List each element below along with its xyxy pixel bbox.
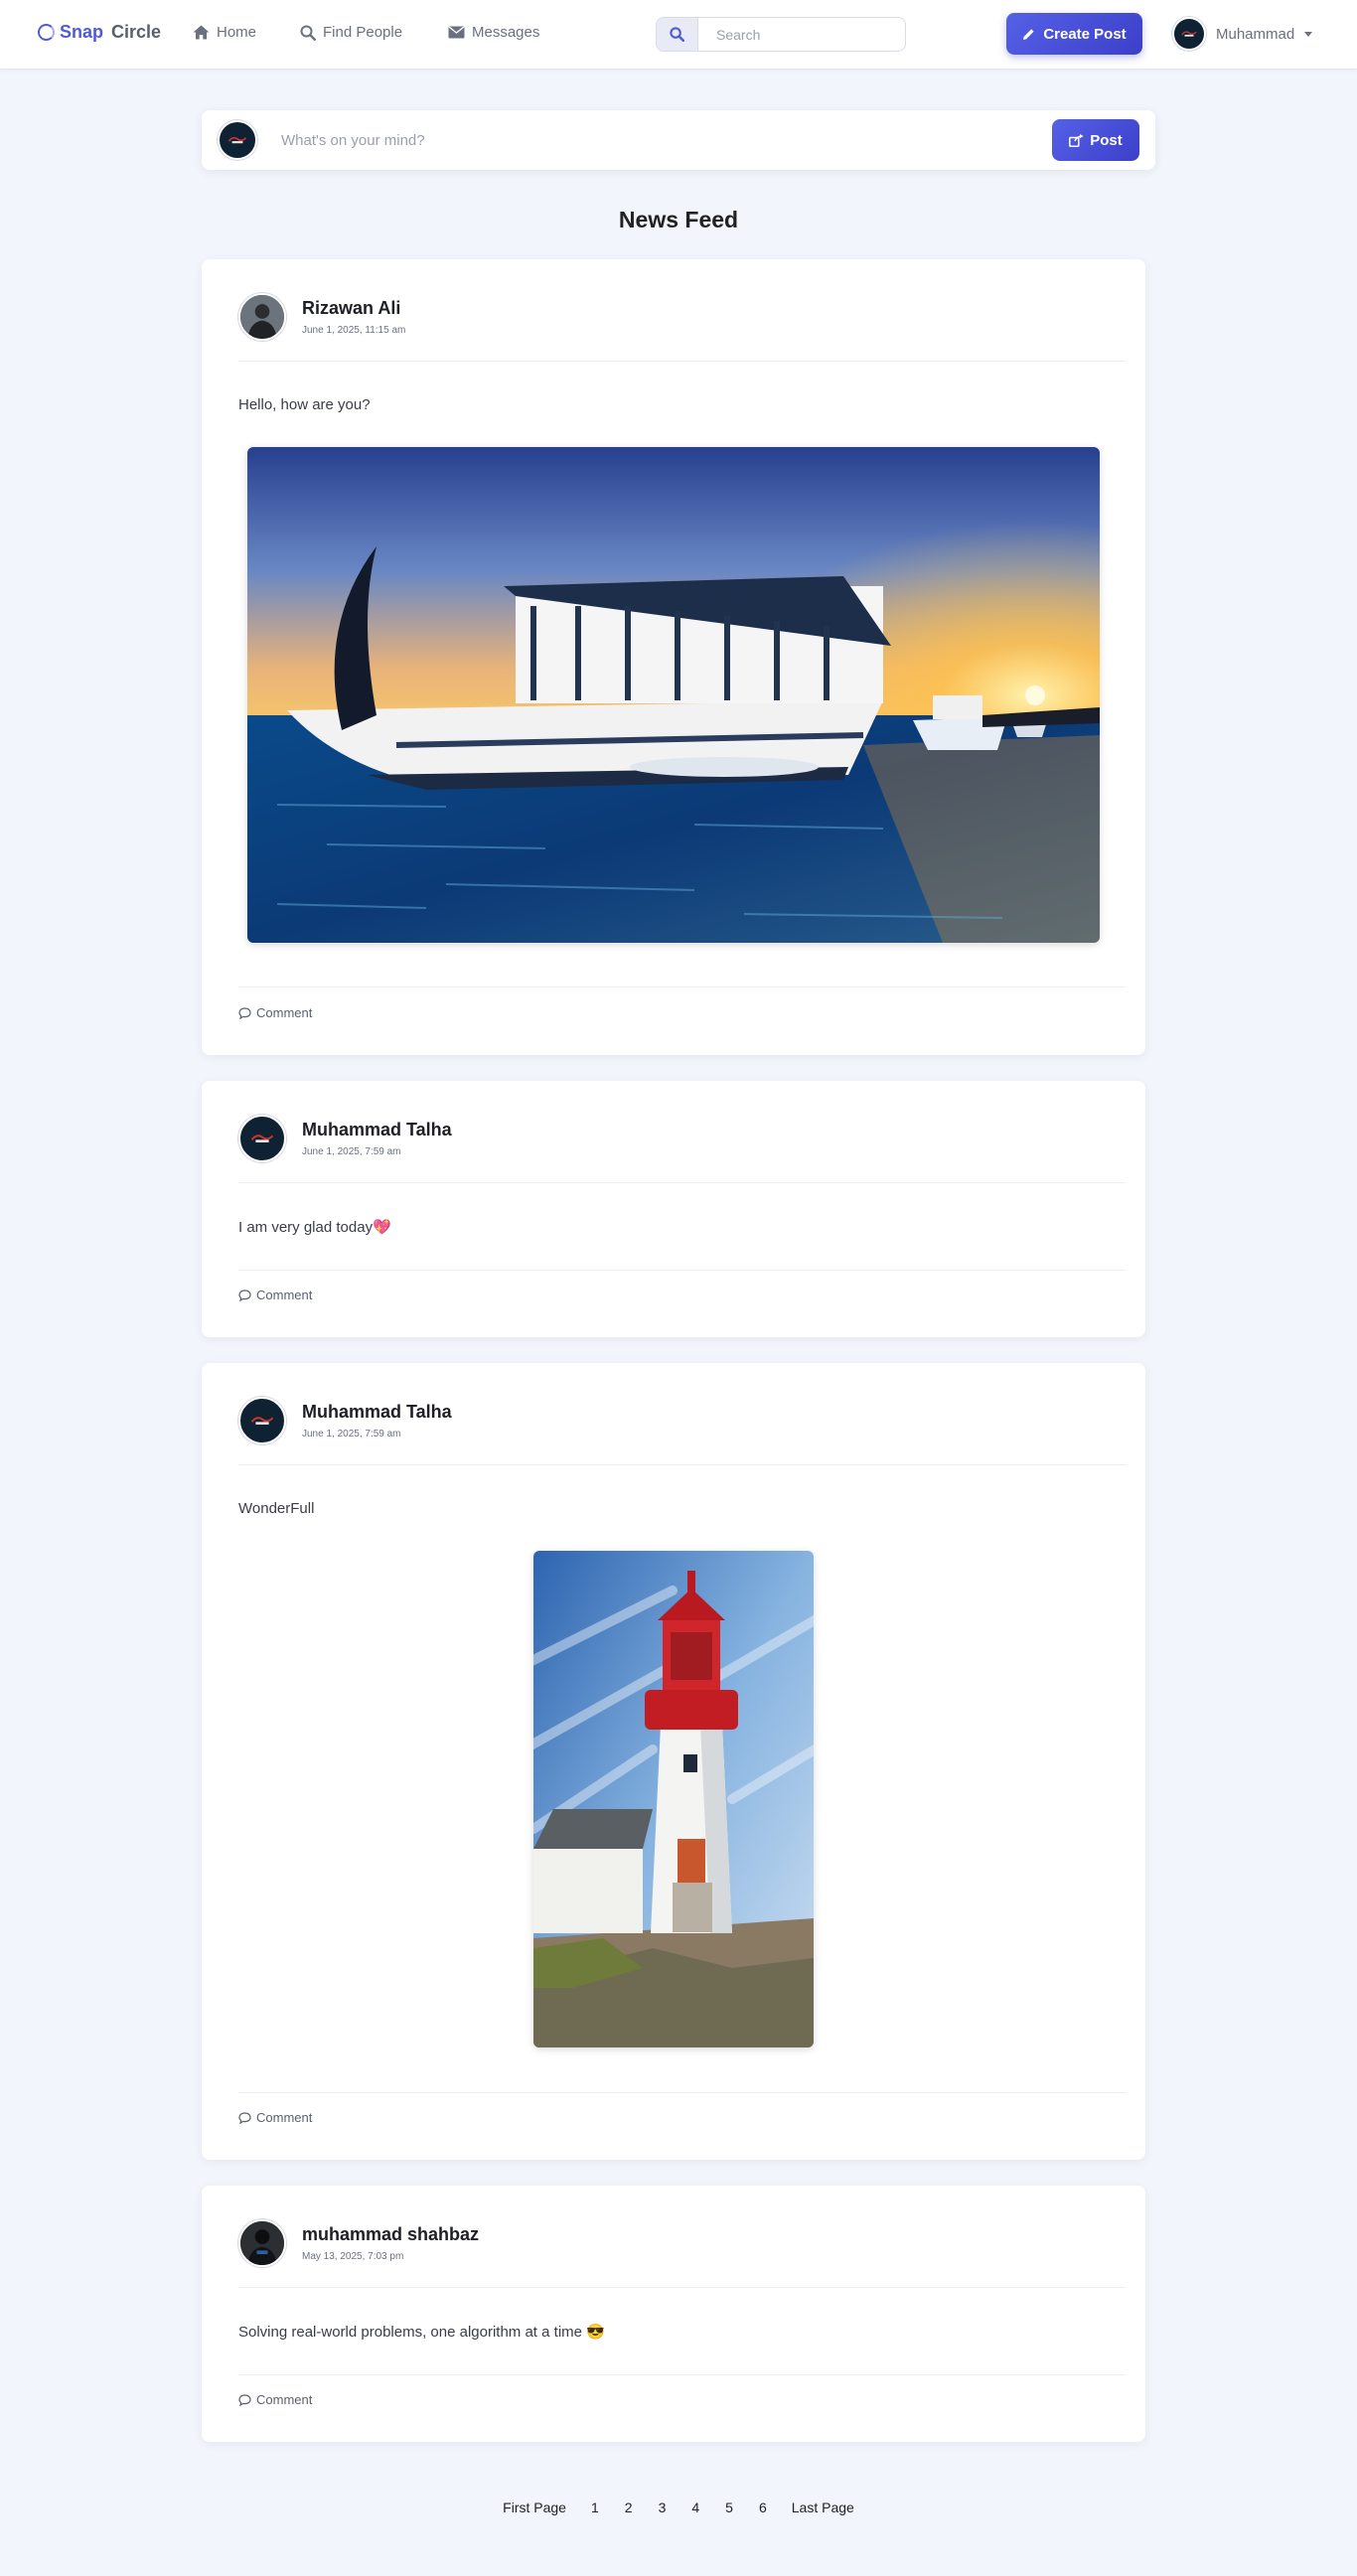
nav-home-label: Home xyxy=(217,24,257,41)
pagination-page[interactable]: 6 xyxy=(746,2496,780,2519)
post-header: Muhammad Talha June 1, 2025, 7:59 am xyxy=(238,1115,452,1162)
feed-title: News Feed xyxy=(618,207,739,232)
search-input[interactable] xyxy=(698,18,905,51)
post-header: muhammad shahbaz May 13, 2025, 7:03 pm xyxy=(238,2219,479,2267)
post-image-boat-sunset[interactable] xyxy=(247,447,1100,943)
search-icon xyxy=(670,27,684,42)
post-card: muhammad shahbaz May 13, 2025, 7:03 pm S… xyxy=(202,2186,1145,2442)
nav-messages[interactable]: Messages xyxy=(448,24,539,41)
nav-messages-label: Messages xyxy=(472,24,540,41)
pagination-page[interactable]: 4 xyxy=(678,2496,712,2519)
nav-find-people-label: Find People xyxy=(323,24,403,41)
post-button-label: Post xyxy=(1090,131,1123,149)
post-author[interactable]: Muhammad Talha xyxy=(302,1120,452,1140)
create-post-label: Create Post xyxy=(1043,25,1127,43)
comment-icon xyxy=(238,1006,251,1019)
post-author[interactable]: muhammad shahbaz xyxy=(302,2224,479,2245)
post-card: Muhammad Talha June 1, 2025, 7:59 am I a… xyxy=(202,1081,1145,1337)
avatar[interactable] xyxy=(238,1115,286,1162)
post-text: Solving real-world problems, one algorit… xyxy=(238,2324,605,2341)
comment-button[interactable]: Comment xyxy=(238,2392,312,2407)
pagination-page[interactable]: 5 xyxy=(712,2496,746,2519)
post-button[interactable]: Post xyxy=(1052,119,1139,161)
comment-label: Comment xyxy=(256,2392,313,2407)
post-timestamp: June 1, 2025, 11:15 am xyxy=(302,325,406,336)
comment-label: Comment xyxy=(256,2110,313,2125)
post-timestamp: June 1, 2025, 7:59 am xyxy=(302,1146,401,1157)
post-card: Muhammad Talha June 1, 2025, 7:59 am Won… xyxy=(202,1363,1145,2160)
composer-input[interactable] xyxy=(281,126,1016,154)
divider xyxy=(238,2287,1126,2288)
home-icon xyxy=(193,25,210,40)
post-header: Muhammad Talha June 1, 2025, 7:59 am xyxy=(238,1397,452,1444)
divider xyxy=(238,986,1126,987)
divider xyxy=(238,2092,1126,2093)
search-icon xyxy=(300,25,316,41)
brand-snap-text: Snap xyxy=(60,22,104,42)
post-header: Rizawan Ali June 1, 2025, 11:15 am xyxy=(238,293,405,341)
comment-icon xyxy=(238,1288,251,1301)
divider xyxy=(238,1182,1126,1183)
comment-icon xyxy=(238,2393,251,2406)
post-text: Hello, how are you? xyxy=(238,396,371,413)
comment-label: Comment xyxy=(256,1005,313,1020)
avatar[interactable] xyxy=(238,2219,286,2267)
nav-home[interactable]: Home xyxy=(193,24,256,41)
pagination-last[interactable]: Last Page xyxy=(780,2496,866,2519)
avatar xyxy=(1172,17,1206,51)
user-menu[interactable]: Muhammad xyxy=(1172,17,1313,51)
comment-label: Comment xyxy=(256,1288,313,1302)
post-timestamp: June 1, 2025, 7:59 am xyxy=(302,1429,401,1440)
post-author[interactable]: Rizawan Ali xyxy=(302,298,405,319)
user-name: Muhammad xyxy=(1216,25,1295,43)
nav-find-people[interactable]: Find People xyxy=(300,24,402,41)
divider xyxy=(238,1270,1126,1271)
divider xyxy=(238,361,1126,362)
avatar xyxy=(218,120,257,160)
search-bar xyxy=(656,17,906,52)
pagination-page[interactable]: 1 xyxy=(578,2496,612,2519)
comment-button[interactable]: Comment xyxy=(238,2110,312,2125)
divider xyxy=(238,1464,1126,1465)
post-timestamp: May 13, 2025, 7:03 pm xyxy=(302,2251,404,2262)
post-text: WonderFull xyxy=(238,1500,315,1517)
divider xyxy=(238,2374,1126,2375)
pagination-page[interactable]: 3 xyxy=(646,2496,679,2519)
share-icon xyxy=(1069,133,1084,147)
comment-button[interactable]: Comment xyxy=(238,1288,312,1302)
avatar[interactable] xyxy=(238,1397,286,1444)
pagination: First Page 1 2 3 4 5 6 Last Page xyxy=(0,2496,1357,2519)
post-text: I am very glad today💖 xyxy=(238,1219,391,1236)
brand-ring-icon xyxy=(38,24,55,41)
comment-button[interactable]: Comment xyxy=(238,1005,312,1020)
comment-icon xyxy=(238,2111,251,2124)
pagination-first[interactable]: First Page xyxy=(491,2496,578,2519)
caret-down-icon xyxy=(1304,31,1313,37)
pencil-icon xyxy=(1023,28,1034,40)
create-post-button[interactable]: Create Post xyxy=(1006,13,1142,55)
brand-logo[interactable]: Snap Circle xyxy=(38,22,161,43)
envelope-icon xyxy=(448,26,465,39)
top-navbar: Snap Circle Home Find People Messages Cr… xyxy=(0,0,1357,70)
post-author[interactable]: Muhammad Talha xyxy=(302,1402,452,1423)
search-button[interactable] xyxy=(657,18,698,51)
post-image-lighthouse[interactable] xyxy=(533,1551,814,2047)
pagination-page[interactable]: 2 xyxy=(612,2496,646,2519)
post-composer: Post xyxy=(202,110,1155,170)
avatar[interactable] xyxy=(238,293,286,341)
post-card: Rizawan Ali June 1, 2025, 11:15 am Hello… xyxy=(202,259,1145,1055)
brand-circle-text: Circle xyxy=(111,22,162,42)
